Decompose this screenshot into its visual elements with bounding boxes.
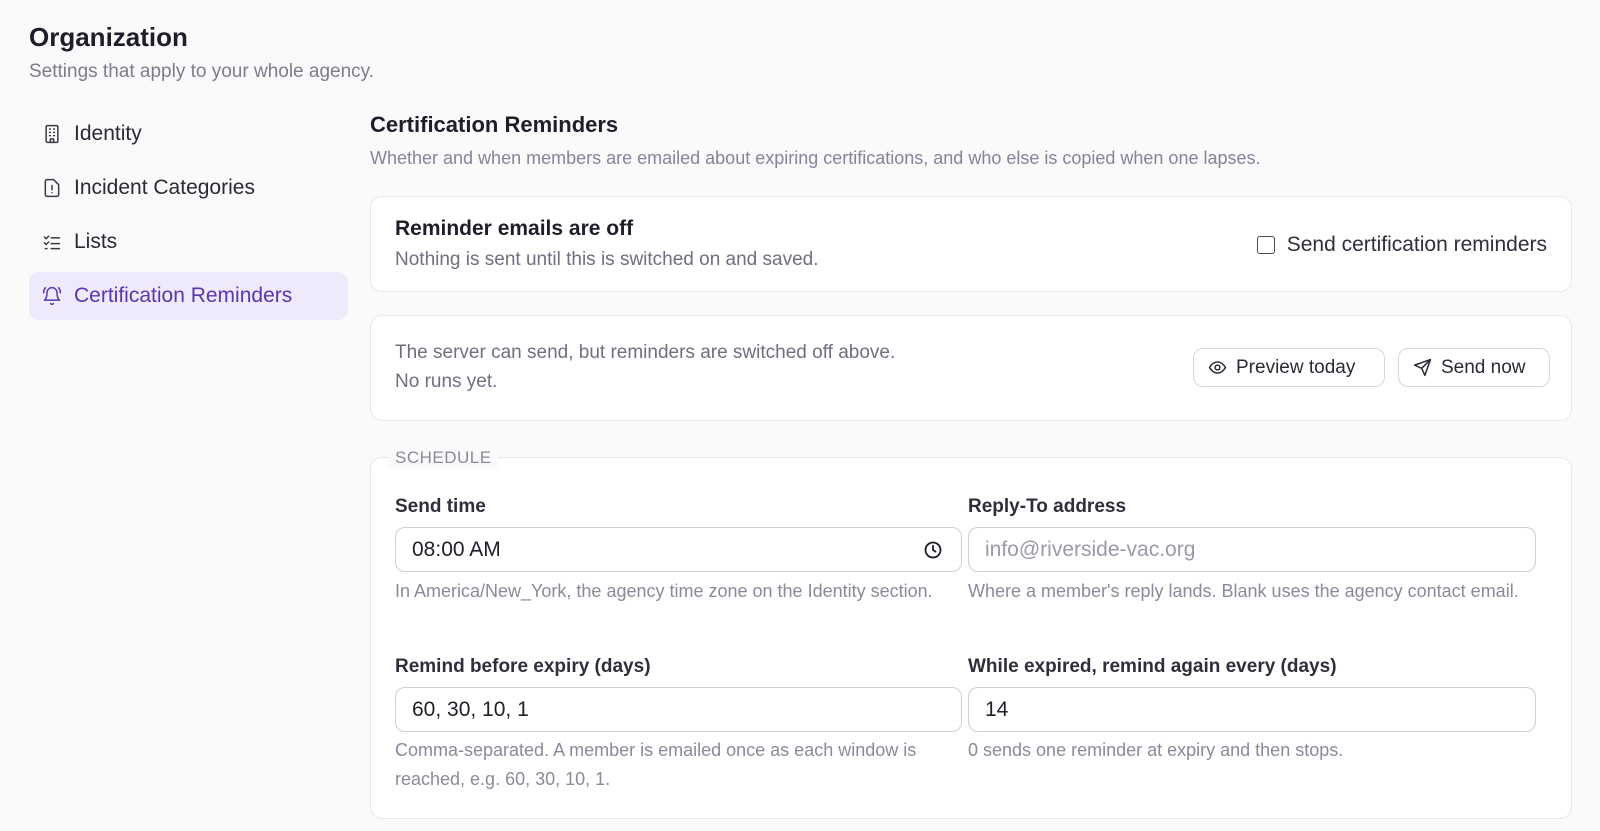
remind-before-input[interactable]: 60, 30, 10, 1	[395, 687, 962, 732]
send-icon	[1413, 358, 1432, 377]
page-subtitle: Settings that apply to your whole agency…	[29, 61, 375, 82]
status-card: Reminder emails are off Nothing is sent …	[370, 196, 1572, 292]
sidebar-item-label: Incident Categories	[74, 176, 255, 199]
last-run-text: No runs yet.	[395, 371, 498, 392]
main-content: Certification Reminders Whether and when…	[370, 112, 1572, 819]
eye-icon	[1208, 361, 1227, 374]
sidebar-item-certification-reminders[interactable]: Certification Reminders	[29, 272, 348, 320]
bell-ring-icon	[41, 285, 63, 307]
sidebar-item-label: Certification Reminders	[74, 284, 293, 307]
sidebar: Identity Incident Categories Lists Certi…	[29, 110, 348, 326]
remind-before-value: 60, 30, 10, 1	[412, 697, 529, 721]
preview-today-button[interactable]: Preview today	[1193, 348, 1385, 387]
schedule-legend: SCHEDULE	[389, 448, 498, 468]
preview-today-label: Preview today	[1236, 356, 1356, 378]
remind-every-input[interactable]: 14	[968, 687, 1536, 732]
send-now-button[interactable]: Send now	[1398, 348, 1550, 387]
send-time-value: 08:00 AM	[412, 537, 501, 561]
section-title: Certification Reminders	[370, 112, 619, 137]
reply-to-label: Reply-To address	[968, 496, 1127, 517]
send-reminders-label: Send certification reminders	[1286, 233, 1547, 256]
page-title: Organization	[29, 22, 188, 52]
reply-to-placeholder: info@riverside-vac.org	[985, 537, 1196, 561]
send-reminders-checkbox[interactable]	[1256, 236, 1275, 254]
reply-to-input[interactable]: info@riverside-vac.org	[968, 527, 1536, 572]
schedule-fieldset: SCHEDULE Send time 08:00 AM In America/N…	[370, 448, 1572, 819]
sidebar-item-identity[interactable]: Identity	[29, 110, 348, 158]
section-description: Whether and when members are emailed abo…	[370, 148, 1261, 168]
remind-every-hint: 0 sends one reminder at expiry and then …	[968, 740, 1344, 760]
remind-before-hint: Comma-separated. A member is emailed onc…	[395, 740, 917, 789]
file-alert-icon	[41, 177, 63, 199]
send-time-input[interactable]: 08:00 AM	[395, 527, 962, 572]
send-now-label: Send now	[1441, 356, 1526, 378]
reply-to-hint: Where a member's reply lands. Blank uses…	[968, 581, 1519, 601]
remind-before-label: Remind before expiry (days)	[395, 656, 651, 677]
run-status-text: The server can send, but reminders are s…	[395, 342, 896, 363]
remind-every-value: 14	[985, 697, 1009, 721]
building-icon	[41, 123, 63, 145]
sidebar-item-lists[interactable]: Lists	[29, 218, 348, 266]
list-checks-icon	[41, 231, 63, 253]
remind-every-label: While expired, remind again every (days)	[968, 656, 1337, 677]
clock-icon[interactable]	[923, 540, 943, 560]
run-card: The server can send, but reminders are s…	[370, 315, 1572, 421]
sidebar-item-label: Lists	[74, 230, 118, 253]
send-time-hint: In America/New_York, the agency time zon…	[395, 581, 933, 601]
sidebar-item-label: Identity	[74, 122, 142, 145]
sidebar-item-incident-categories[interactable]: Incident Categories	[29, 164, 348, 212]
status-title: Reminder emails are off	[395, 217, 634, 240]
send-reminders-toggle[interactable]: Send certification reminders	[1256, 233, 1547, 257]
status-description: Nothing is sent until this is switched o…	[395, 249, 819, 270]
send-time-label: Send time	[395, 496, 486, 517]
